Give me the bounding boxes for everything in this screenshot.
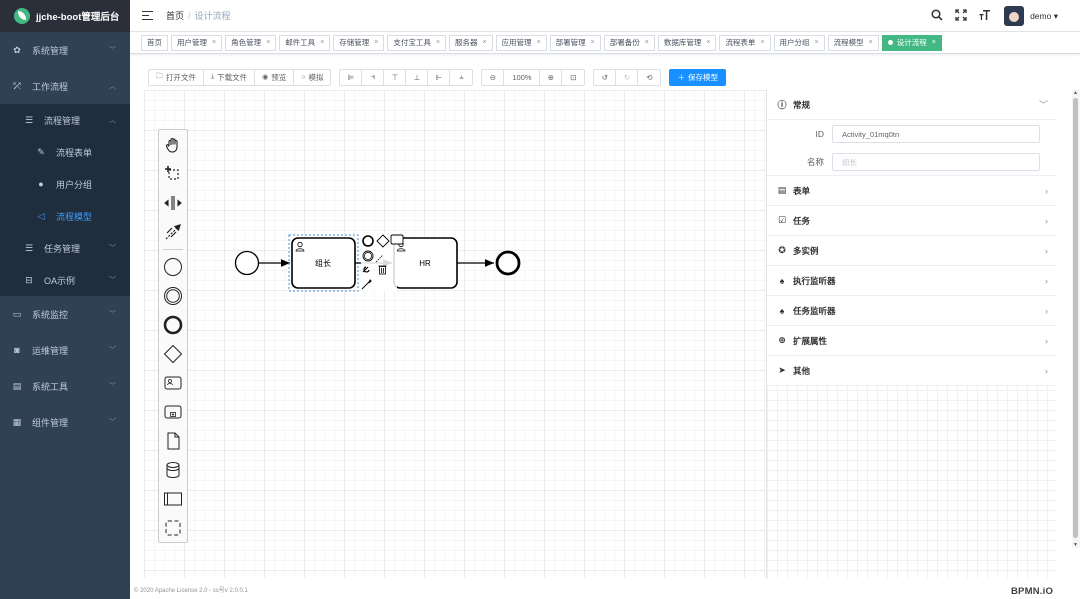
context-pad: [361, 233, 404, 291]
collapse-multi-instance-header[interactable]: ✪ 多实例 ›: [767, 236, 1056, 266]
id-row: ID Activity_01mq0tn: [767, 125, 1040, 143]
chevron-right-icon: ›: [1045, 185, 1048, 196]
scroll-down-icon[interactable]: ▼: [1073, 542, 1078, 548]
chevron-right-icon: ›: [1045, 245, 1048, 256]
chevron-right-icon: ›: [1045, 365, 1048, 376]
id-label: ID: [815, 129, 825, 139]
name-label: 名称: [806, 157, 824, 167]
bell-icon: ♠: [779, 305, 785, 316]
clipboard-icon: ▤: [777, 185, 787, 195]
panel-scrollbar[interactable]: ▲ ▼: [1072, 90, 1080, 548]
chevron-right-icon: ›: [1045, 335, 1048, 346]
append-task-icon[interactable]: [390, 234, 404, 245]
append-end-event-icon[interactable]: [362, 235, 374, 247]
name-row: 名称 组长: [767, 153, 1040, 171]
id-field[interactable]: Activity_01mq0tn: [832, 125, 1040, 143]
chevron-down-icon: ﹀: [1038, 100, 1048, 110]
collapse-execution-listener-header[interactable]: ♠ 执行监听器 ›: [767, 266, 1056, 296]
collapse-extension-header[interactable]: ⊕ 扩展属性 ›: [767, 326, 1056, 356]
chevron-right-icon: ›: [1045, 305, 1048, 316]
collapse-task-header[interactable]: ☑ 任务 ›: [767, 206, 1056, 236]
bell-icon: ♠: [779, 275, 785, 286]
task-label: 组长: [315, 258, 331, 268]
collapse-other-header[interactable]: ➤ 其他 ›: [767, 356, 1056, 386]
name-field[interactable]: 组长: [832, 153, 1040, 171]
task-label: HR: [419, 259, 431, 268]
info-icon: ⓘ: [777, 100, 787, 110]
plus-circle-icon: ⊕: [778, 335, 786, 345]
checklist-icon: ☑: [777, 215, 787, 225]
send-icon: ➤: [778, 365, 786, 375]
footer: © 2020 Apache License 2.0 - ss号v 2.0.0.1: [130, 580, 1080, 599]
bpmn-io-logo[interactable]: BPMN.iO: [1011, 586, 1053, 597]
properties-panel: ⓘ 常规 ﹀ ID Activity_01mq0tn 名称 组长 ▤ 表单 › ☑ 任务 ›…: [766, 90, 1056, 578]
collapse-form-header[interactable]: ▤ 表单 ›: [767, 176, 1056, 206]
chevron-right-icon: ›: [1045, 215, 1048, 226]
collapse-general-header[interactable]: ⓘ 常规 ﹀: [767, 90, 1056, 120]
end-event[interactable]: [495, 250, 521, 276]
help-circle-icon: ✪: [778, 245, 786, 255]
scroll-up-icon[interactable]: ▲: [1073, 90, 1078, 96]
chevron-right-icon: ›: [1045, 275, 1048, 286]
start-event[interactable]: [234, 250, 260, 276]
collapse-task-listener-header[interactable]: ♠ 任务监听器 ›: [767, 296, 1056, 326]
